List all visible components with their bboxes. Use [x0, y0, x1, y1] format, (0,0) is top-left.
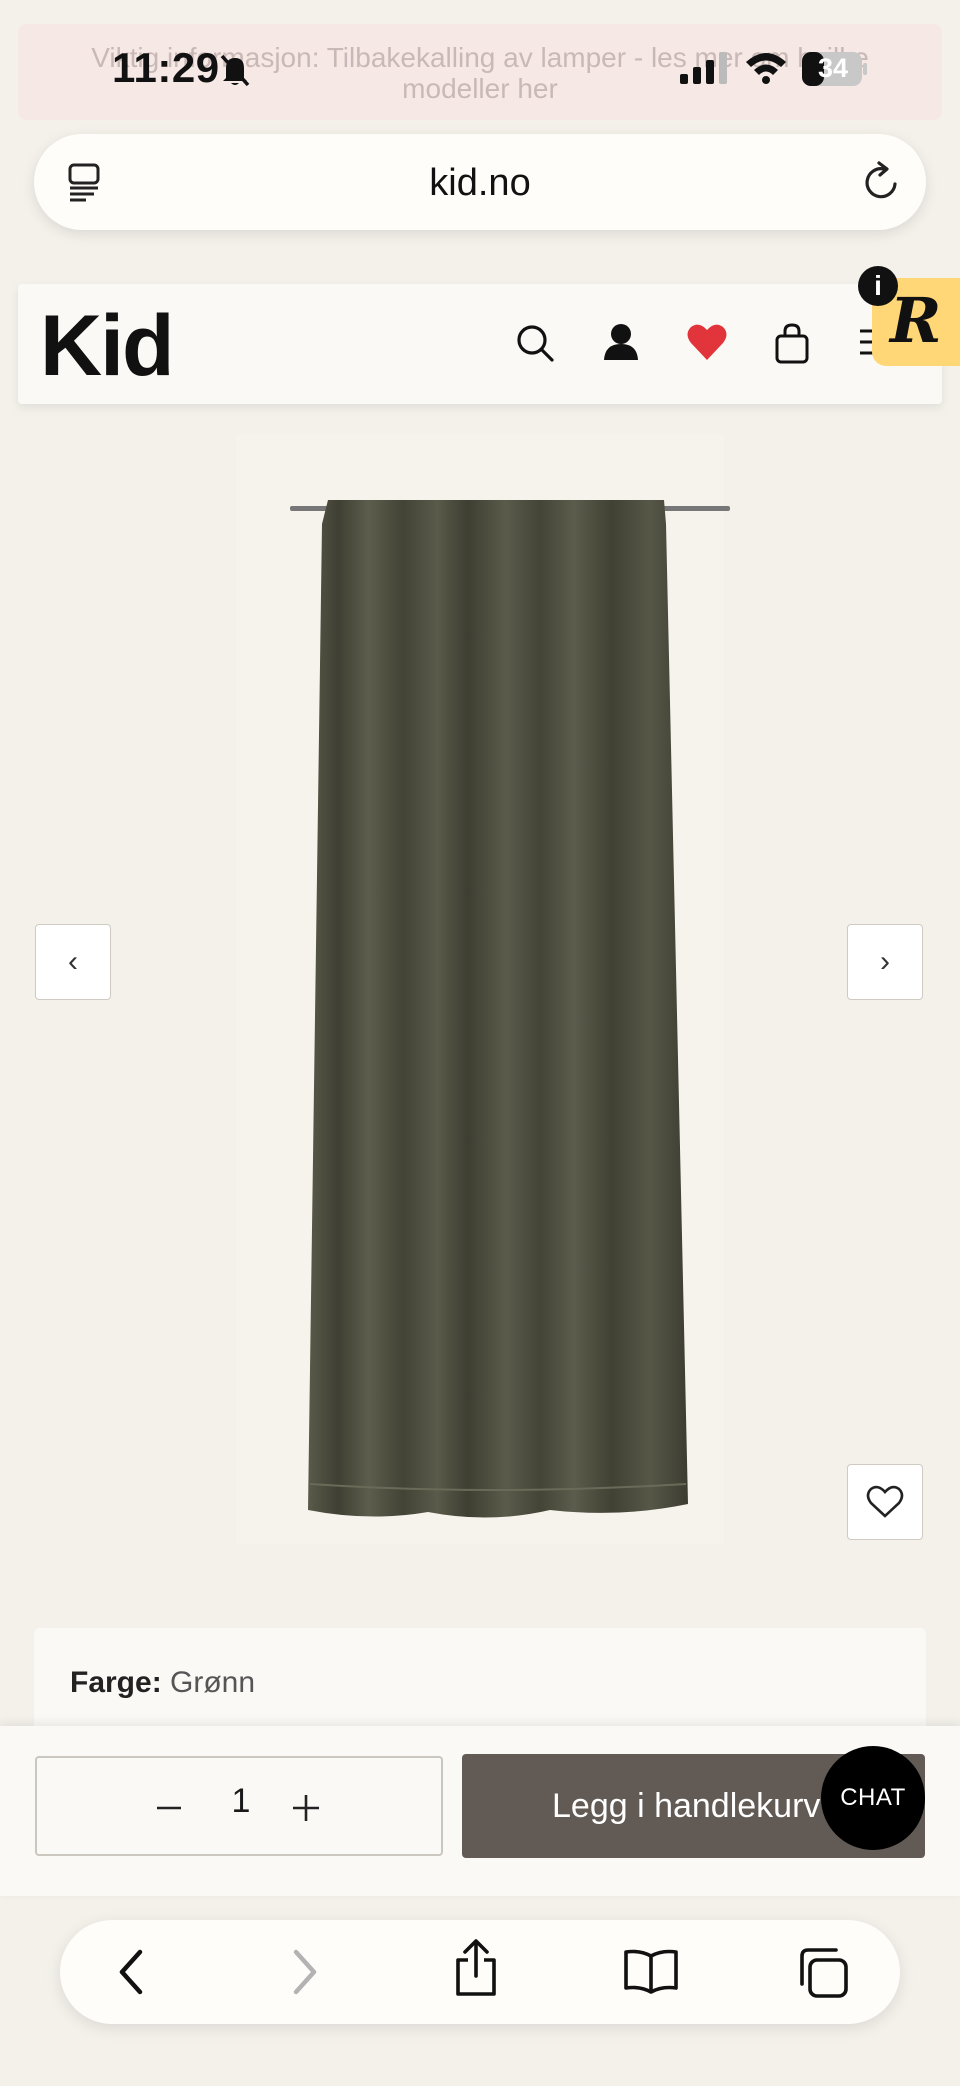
browser-toolbar	[60, 1920, 900, 2024]
site-logo[interactable]: Kid	[40, 303, 175, 389]
url-text[interactable]: kid.no	[34, 162, 926, 205]
previous-image-button[interactable]: ‹	[35, 924, 111, 1000]
add-to-cart-label: Legg i handlekurv	[552, 1787, 821, 1825]
battery-level: 34	[818, 53, 849, 83]
chevron-right-icon: ›	[880, 945, 890, 978]
heart-outline-icon	[866, 1485, 904, 1518]
increase-quantity-button[interactable]	[293, 1786, 319, 1831]
status-time: 11:29	[112, 44, 220, 91]
chat-button[interactable]: CHAT	[821, 1746, 925, 1850]
share-icon[interactable]	[452, 1938, 500, 2003]
search-icon[interactable]	[514, 322, 556, 369]
color-label: Farge:	[70, 1666, 162, 1699]
color-value: Grønn	[170, 1666, 256, 1699]
tabs-icon[interactable]	[796, 1946, 850, 2005]
account-icon[interactable]	[601, 322, 641, 369]
back-icon[interactable]	[110, 1944, 150, 2005]
address-bar[interactable]: kid.no	[34, 134, 926, 230]
product-gallery: ‹ ›	[0, 404, 960, 1554]
color-selector[interactable]: Farge: Grønn	[34, 1628, 926, 1738]
next-image-button[interactable]: ›	[847, 924, 923, 1000]
quantity-value[interactable]: 1	[221, 1782, 261, 1821]
add-to-wishlist-button[interactable]	[847, 1464, 923, 1540]
signal-icon	[680, 52, 730, 89]
reload-icon[interactable]	[862, 160, 902, 207]
bag-icon[interactable]	[774, 322, 810, 369]
decrease-quantity-button[interactable]	[157, 1786, 181, 1831]
product-image	[290, 500, 730, 1518]
bell-muted-icon	[218, 52, 252, 93]
bookmarks-icon[interactable]	[622, 1948, 680, 1999]
reviews-logo: R	[890, 284, 942, 357]
battery-icon: 34	[802, 52, 868, 91]
color-info: Farge: Grønn	[70, 1666, 255, 1700]
quantity-stepper: 1	[35, 1756, 443, 1856]
forward-icon[interactable]	[286, 1944, 326, 2005]
site-header: Kid	[18, 284, 942, 404]
info-icon[interactable]: i	[858, 266, 898, 306]
chevron-left-icon: ‹	[68, 945, 78, 978]
wifi-icon	[744, 50, 788, 89]
heart-icon[interactable]	[686, 322, 728, 367]
